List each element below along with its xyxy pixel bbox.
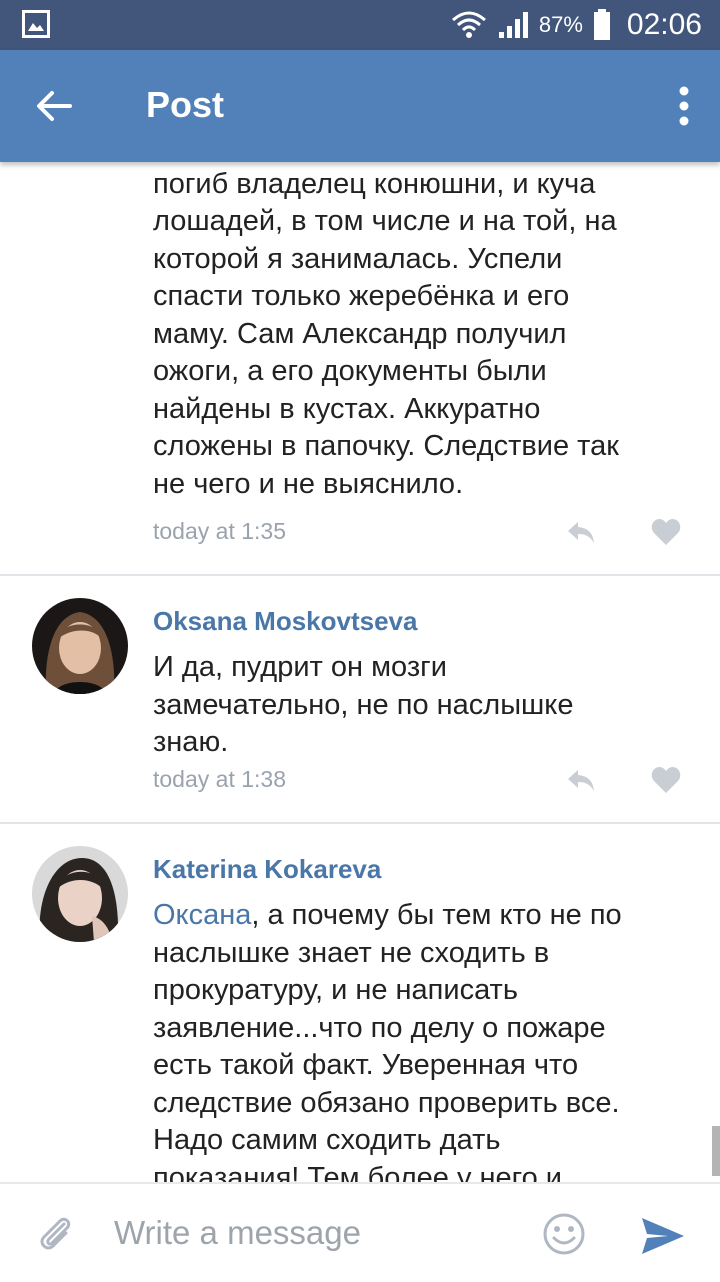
comment-text-line: прокуратуру, и не написать (153, 974, 518, 1006)
send-icon[interactable] (640, 1216, 686, 1256)
comment-text-line: знаю. (153, 726, 229, 758)
comment-text-line: И да, пудрит он мозги (153, 651, 447, 683)
comment-text-line: не чего и не выяснило. (153, 467, 464, 500)
comment-text-line: наслышке знает не сходить в (153, 936, 550, 969)
clock: 02:06 (626, 8, 702, 41)
comment-text-line: замечательно, не по наслышке (153, 688, 574, 721)
comment-text: И да, пудрит он мозги замечательно, не п… (153, 649, 698, 762)
avatar[interactable] (32, 846, 128, 942)
like-icon[interactable] (650, 518, 682, 546)
avatar[interactable] (32, 598, 128, 694)
comment-text-line: маму. Сам Александр получил (153, 317, 567, 350)
mention-link[interactable]: Оксана (153, 899, 251, 931)
comment-author[interactable]: Oksana Moskovtseva (153, 606, 417, 637)
comment-text-line: лошадей, в том числе и на той, на (153, 205, 617, 237)
comment-text-line: есть такой факт. Уверенная что (153, 1049, 579, 1081)
page-title: Post (146, 84, 225, 125)
reply-icon[interactable] (565, 518, 597, 546)
comment-text-line: спасти только жеребёнка и его (153, 280, 570, 312)
avatar-image (32, 598, 128, 694)
comment-text-line: показания! Тем более у него и (153, 1161, 562, 1183)
comment-time: today at 1:35 (153, 518, 286, 544)
wifi-icon (451, 11, 486, 38)
comment-text-line: сложены в папочку. Следствие так (153, 430, 619, 462)
comment-text-line: ожоги, а его документы были (153, 355, 547, 387)
signal-icon (498, 12, 528, 38)
scrollbar[interactable] (712, 1126, 720, 1176)
avatar-image (32, 846, 128, 942)
comment-text-line: которой я занималась. Успели (153, 242, 563, 275)
comment-text-line: найдены в кустах. Аккуратно (153, 392, 541, 425)
message-input[interactable]: Write a message (114, 1214, 361, 1252)
comment-author[interactable]: Katerina Kokareva (153, 854, 381, 885)
comment-text-line: следствие обязано проверить все. (153, 1086, 620, 1119)
reply-icon[interactable] (565, 766, 597, 794)
comment-text: погиб владелец конюшни, и куча лошадей, … (153, 162, 698, 503)
comment-text-line: Надо самим сходить дать (153, 1124, 501, 1156)
comment-text-line: Оксана, а почему бы тем кто не по (153, 897, 698, 935)
message-composer: Write a message (0, 1182, 720, 1282)
comment-feed[interactable]: погиб владелец конюшни, и куча лошадей, … (0, 162, 720, 1182)
divider (0, 822, 720, 824)
comment-text-line: погиб владелец конюшни, и куча (153, 167, 596, 200)
like-icon[interactable] (650, 766, 682, 794)
status-bar: 87% 02:06 (0, 0, 720, 50)
battery-icon (593, 9, 610, 40)
app-bar: Post (0, 50, 720, 162)
back-arrow-icon[interactable] (30, 82, 78, 130)
comment-text: Оксана, а почему бы тем кто не по наслыш… (153, 897, 698, 1182)
divider (0, 574, 720, 576)
comment-text-fragment: , а почему бы тем кто не по (251, 899, 622, 931)
battery-percent: 87% (538, 12, 583, 37)
attach-icon[interactable] (36, 1214, 76, 1254)
comment-text-line: заявление...что по делу о пожаре (153, 1011, 606, 1044)
emoji-icon[interactable] (542, 1212, 586, 1256)
more-vert-icon[interactable] (678, 86, 690, 126)
gallery-icon (22, 10, 50, 38)
comment-time: today at 1:38 (153, 766, 286, 792)
